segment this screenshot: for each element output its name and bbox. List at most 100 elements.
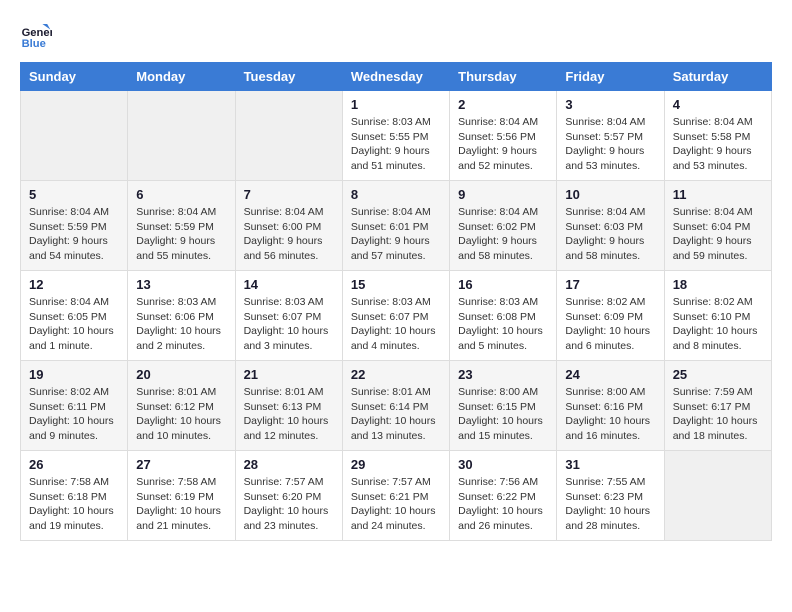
day-info: Sunrise: 7:57 AMSunset: 6:21 PMDaylight:…	[351, 475, 441, 534]
day-number: 9	[458, 187, 548, 202]
day-cell: 11Sunrise: 8:04 AMSunset: 6:04 PMDayligh…	[664, 181, 771, 271]
day-number: 27	[136, 457, 226, 472]
day-cell: 1 Sunrise: 8:03 AMSunset: 5:55 PMDaylight…	[342, 91, 449, 181]
day-number: 24	[565, 367, 655, 382]
day-cell	[235, 91, 342, 181]
day-cell: 20 Sunrise: 8:01 AMSunset: 6:12 PMDayligh…	[128, 361, 235, 451]
day-number: 12	[29, 277, 119, 292]
day-number: 28	[244, 457, 334, 472]
day-info: Sunrise: 7:58 AMSunset: 6:18 PMDaylight:…	[29, 475, 119, 534]
week-row-2: 5Sunrise: 8:04 AMSunset: 5:59 PMDaylight…	[21, 181, 772, 271]
week-row-3: 12Sunrise: 8:04 AMSunset: 6:05 PMDayligh…	[21, 271, 772, 361]
day-cell: 18 Sunrise: 8:02 AMSunset: 6:10 PMDayligh…	[664, 271, 771, 361]
weekday-header-tuesday: Tuesday	[235, 63, 342, 91]
calendar-table: SundayMondayTuesdayWednesdayThursdayFrid…	[20, 62, 772, 541]
day-number: 13	[136, 277, 226, 292]
day-cell: 6 Sunrise: 8:04 AMSunset: 5:59 PMDaylight…	[128, 181, 235, 271]
week-row-5: 26 Sunrise: 7:58 AMSunset: 6:18 PMDayligh…	[21, 451, 772, 541]
day-cell: 17 Sunrise: 8:02 AMSunset: 6:09 PMDayligh…	[557, 271, 664, 361]
logo: General Blue	[20, 20, 56, 52]
day-info: Sunrise: 7:57 AMSunset: 6:20 PMDaylight:…	[244, 475, 334, 534]
day-number: 31	[565, 457, 655, 472]
day-info: Sunrise: 8:03 AMSunset: 6:07 PMDaylight:…	[244, 295, 334, 354]
day-number: 23	[458, 367, 548, 382]
weekday-header-row: SundayMondayTuesdayWednesdayThursdayFrid…	[21, 63, 772, 91]
day-number: 16	[458, 277, 548, 292]
day-cell	[128, 91, 235, 181]
day-info: Sunrise: 8:04 AMSunset: 5:56 PMDaylight:…	[458, 115, 548, 174]
day-cell: 28 Sunrise: 7:57 AMSunset: 6:20 PMDayligh…	[235, 451, 342, 541]
day-info: Sunrise: 8:01 AMSunset: 6:14 PMDaylight:…	[351, 385, 441, 444]
day-number: 18	[673, 277, 763, 292]
day-info: Sunrise: 8:03 AMSunset: 6:07 PMDaylight:…	[351, 295, 441, 354]
day-cell: 10 Sunrise: 8:04 AMSunset: 6:03 PMDayligh…	[557, 181, 664, 271]
day-info: Sunrise: 8:02 AMSunset: 6:10 PMDaylight:…	[673, 295, 763, 354]
day-cell: 31 Sunrise: 7:55 AMSunset: 6:23 PMDayligh…	[557, 451, 664, 541]
day-cell: 3Sunrise: 8:04 AMSunset: 5:57 PMDaylight…	[557, 91, 664, 181]
day-cell	[21, 91, 128, 181]
day-number: 17	[565, 277, 655, 292]
day-info: Sunrise: 8:03 AMSunset: 5:55 PMDaylight:…	[351, 115, 441, 174]
day-number: 6	[136, 187, 226, 202]
day-cell: 8 Sunrise: 8:04 AMSunset: 6:01 PMDaylight…	[342, 181, 449, 271]
day-cell: 16 Sunrise: 8:03 AMSunset: 6:08 PMDayligh…	[450, 271, 557, 361]
day-info: Sunrise: 8:03 AMSunset: 6:06 PMDaylight:…	[136, 295, 226, 354]
day-number: 22	[351, 367, 441, 382]
day-number: 19	[29, 367, 119, 382]
day-cell: 30 Sunrise: 7:56 AMSunset: 6:22 PMDayligh…	[450, 451, 557, 541]
day-cell: 26 Sunrise: 7:58 AMSunset: 6:18 PMDayligh…	[21, 451, 128, 541]
day-info: Sunrise: 7:56 AMSunset: 6:22 PMDaylight:…	[458, 475, 548, 534]
day-cell: 2Sunrise: 8:04 AMSunset: 5:56 PMDaylight…	[450, 91, 557, 181]
day-info: Sunrise: 8:04 AMSunset: 6:03 PMDaylight:…	[565, 205, 655, 264]
day-cell: 22 Sunrise: 8:01 AMSunset: 6:14 PMDayligh…	[342, 361, 449, 451]
logo-icon: General Blue	[20, 20, 52, 52]
weekday-header-monday: Monday	[128, 63, 235, 91]
day-info: Sunrise: 8:02 AMSunset: 6:11 PMDaylight:…	[29, 385, 119, 444]
day-cell: 23 Sunrise: 8:00 AMSunset: 6:15 PMDayligh…	[450, 361, 557, 451]
day-info: Sunrise: 8:04 AMSunset: 6:00 PMDaylight:…	[244, 205, 334, 264]
day-info: Sunrise: 8:03 AMSunset: 6:08 PMDaylight:…	[458, 295, 548, 354]
weekday-header-wednesday: Wednesday	[342, 63, 449, 91]
day-cell: 5Sunrise: 8:04 AMSunset: 5:59 PMDaylight…	[21, 181, 128, 271]
day-number: 26	[29, 457, 119, 472]
day-cell: 29 Sunrise: 7:57 AMSunset: 6:21 PMDayligh…	[342, 451, 449, 541]
weekday-header-saturday: Saturday	[664, 63, 771, 91]
day-cell: 9Sunrise: 8:04 AMSunset: 6:02 PMDaylight…	[450, 181, 557, 271]
weekday-header-friday: Friday	[557, 63, 664, 91]
weekday-header-sunday: Sunday	[21, 63, 128, 91]
day-info: Sunrise: 8:04 AMSunset: 5:59 PMDaylight:…	[136, 205, 226, 264]
day-cell: 25Sunrise: 7:59 AMSunset: 6:17 PMDayligh…	[664, 361, 771, 451]
day-info: Sunrise: 8:00 AMSunset: 6:16 PMDaylight:…	[565, 385, 655, 444]
day-info: Sunrise: 7:58 AMSunset: 6:19 PMDaylight:…	[136, 475, 226, 534]
day-cell: 13 Sunrise: 8:03 AMSunset: 6:06 PMDayligh…	[128, 271, 235, 361]
weekday-header-thursday: Thursday	[450, 63, 557, 91]
day-number: 7	[244, 187, 334, 202]
day-number: 11	[673, 187, 763, 202]
day-cell: 14 Sunrise: 8:03 AMSunset: 6:07 PMDayligh…	[235, 271, 342, 361]
day-info: Sunrise: 8:04 AMSunset: 5:59 PMDaylight:…	[29, 205, 119, 264]
week-row-1: 1 Sunrise: 8:03 AMSunset: 5:55 PMDaylight…	[21, 91, 772, 181]
week-row-4: 19 Sunrise: 8:02 AMSunset: 6:11 PMDayligh…	[21, 361, 772, 451]
svg-text:Blue: Blue	[22, 38, 46, 50]
day-number: 4	[673, 97, 763, 112]
day-number: 8	[351, 187, 441, 202]
day-number: 30	[458, 457, 548, 472]
day-info: Sunrise: 8:04 AMSunset: 5:57 PMDaylight:…	[565, 115, 655, 174]
day-info: Sunrise: 8:02 AMSunset: 6:09 PMDaylight:…	[565, 295, 655, 354]
day-info: Sunrise: 7:55 AMSunset: 6:23 PMDaylight:…	[565, 475, 655, 534]
day-info: Sunrise: 8:01 AMSunset: 6:12 PMDaylight:…	[136, 385, 226, 444]
day-cell: 4Sunrise: 8:04 AMSunset: 5:58 PMDaylight…	[664, 91, 771, 181]
svg-text:General: General	[22, 27, 52, 39]
day-number: 20	[136, 367, 226, 382]
day-number: 25	[673, 367, 763, 382]
day-info: Sunrise: 8:04 AMSunset: 6:01 PMDaylight:…	[351, 205, 441, 264]
day-number: 29	[351, 457, 441, 472]
day-number: 14	[244, 277, 334, 292]
day-info: Sunrise: 8:00 AMSunset: 6:15 PMDaylight:…	[458, 385, 548, 444]
day-cell: 15Sunrise: 8:03 AMSunset: 6:07 PMDayligh…	[342, 271, 449, 361]
day-number: 10	[565, 187, 655, 202]
day-number: 1	[351, 97, 441, 112]
day-cell	[664, 451, 771, 541]
day-cell: 21Sunrise: 8:01 AMSunset: 6:13 PMDayligh…	[235, 361, 342, 451]
day-info: Sunrise: 8:01 AMSunset: 6:13 PMDaylight:…	[244, 385, 334, 444]
